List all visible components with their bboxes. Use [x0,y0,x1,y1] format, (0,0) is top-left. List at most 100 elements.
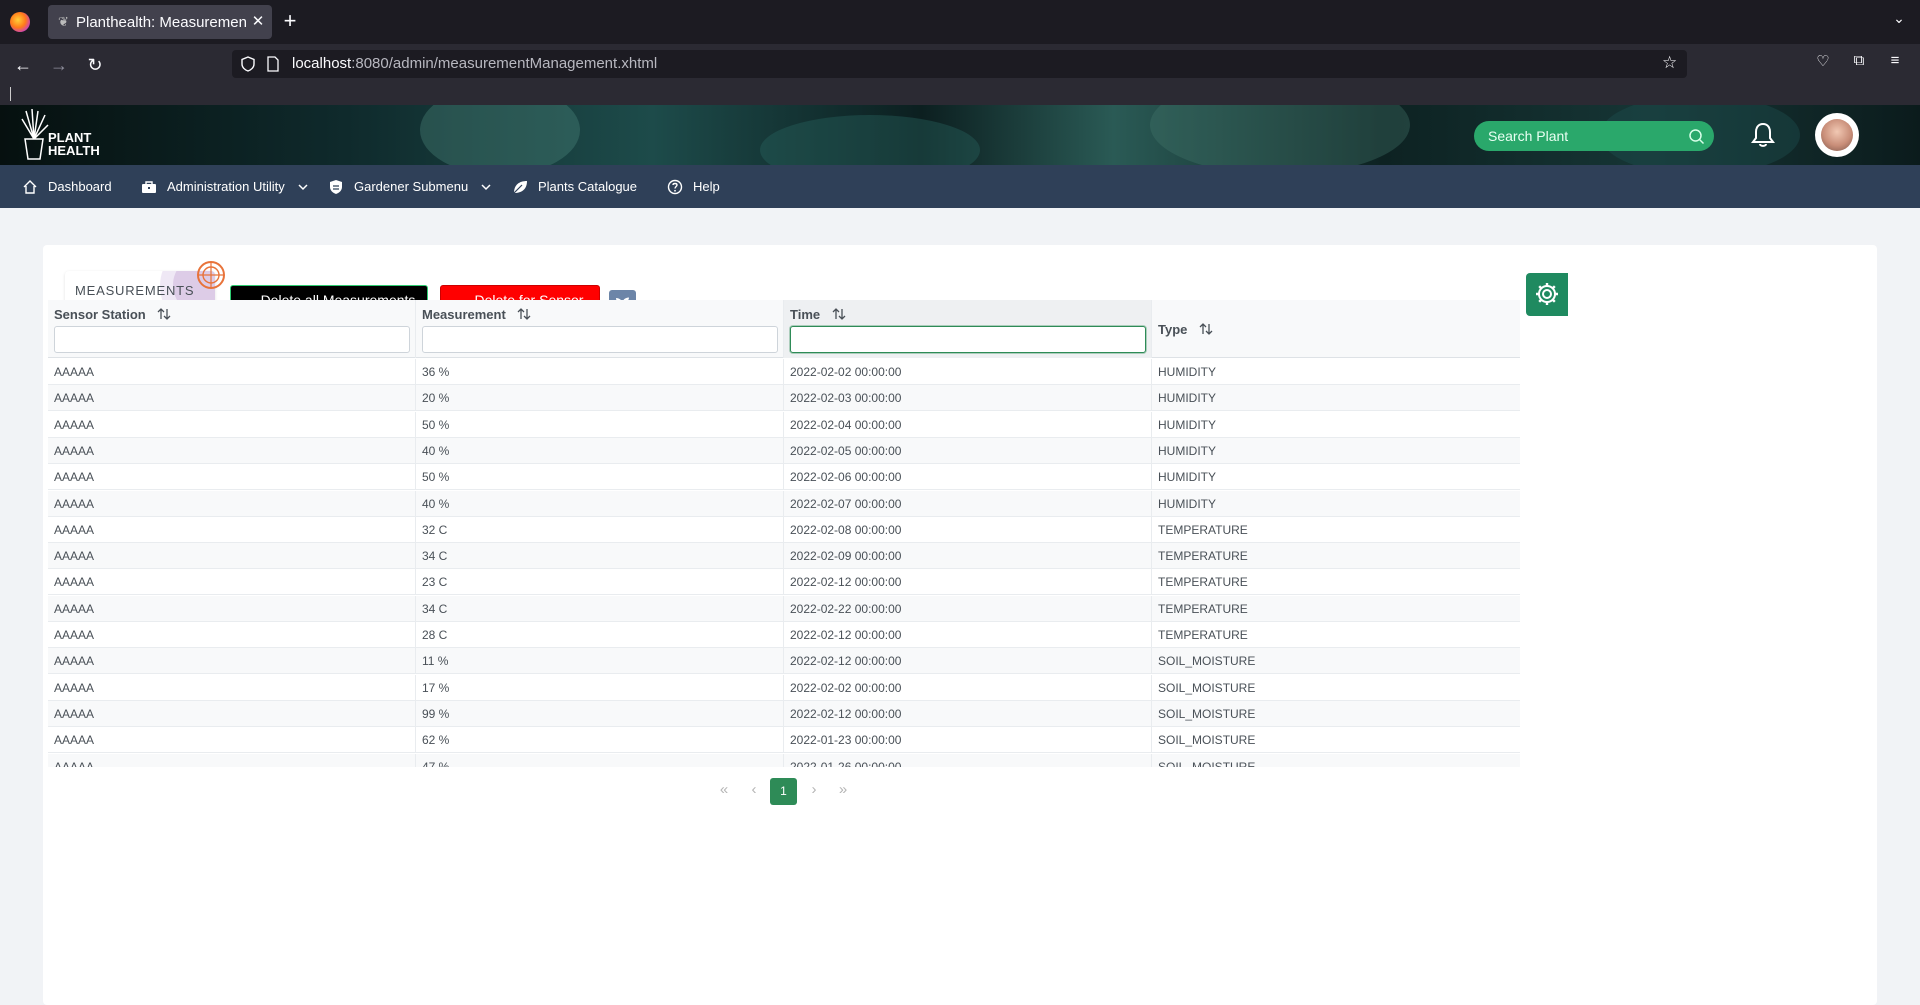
forward-arrow-icon[interactable]: → [46,52,72,78]
cell-type: SOIL_MOISTURE [1158,733,1256,748]
cell-measurement: 11 % [416,648,784,675]
search-icon[interactable] [1688,128,1705,145]
close-tab-icon[interactable]: ✕ [248,12,268,32]
next-page-button[interactable]: › [802,778,826,802]
layout-config-button[interactable] [1526,273,1568,316]
prev-page-button[interactable]: ‹ [742,778,766,802]
cell-time: 2022-02-02 00:00:00 [784,674,1152,701]
sort-type[interactable]: Type [1158,322,1213,337]
avatar[interactable] [1815,113,1859,157]
bookmark-bar [0,84,1920,105]
bell-icon[interactable] [1750,121,1776,149]
browser-tab-bar: ❦ Planthealth: Measurements ✕ + ⌄ [0,0,1920,44]
page-info-icon[interactable] [266,56,280,72]
cell-sensor-station: AAAAA [48,727,416,754]
shield-icon [330,179,342,194]
cell-sensor-station: AAAAA [48,648,416,675]
new-tab-button[interactable]: + [278,10,302,34]
menu-plants-catalogue[interactable]: Plants Catalogue [512,165,637,208]
cell-time: 2022-02-12 00:00:00 [784,569,1152,596]
chevron-down-icon [481,183,491,190]
cell-time: 2022-02-12 00:00:00 [784,700,1152,727]
cell-sensor-station: AAAAA [48,464,416,491]
browser-tab[interactable]: ❦ Planthealth: Measurements ✕ [48,5,272,39]
cell-time: 2022-02-12 00:00:00 [784,648,1152,675]
reload-icon[interactable]: ↻ [82,52,108,78]
stat-label: MEASUREMENTS [75,283,195,298]
menu-help[interactable]: Help [667,165,720,208]
table-row[interactable]: AAAAA 23 C 2022-02-12 00:00:00 TEMPERATURE [48,569,1520,596]
cell-sensor-station: AAAAA [48,359,416,385]
table-row[interactable]: AAAAA 47 % 2022-01-26 00:00:00 SOIL_MOISTUR… [48,753,1520,767]
cell-sensor-station: AAAAA [48,437,416,464]
cell-type: HUMIDITY [1158,391,1216,406]
table-row[interactable]: AAAAA 28 C 2022-02-12 00:00:00 TEMPERATURE [48,622,1520,648]
cell-type: SOIL_MOISTURE [1158,654,1256,669]
cell-time: 2022-02-08 00:00:00 [784,516,1152,543]
table-row[interactable]: AAAAA 34 C 2022-02-09 00:00:00 TEMPERATURE [48,543,1520,570]
first-page-button[interactable]: « [712,778,736,802]
cell-sensor-station: AAAAA [48,595,416,622]
cell-type: SOIL_MOISTURE [1158,680,1256,695]
last-page-button[interactable]: » [831,778,855,802]
menu-gardener-submenu[interactable]: Gardener Submenu [328,165,492,208]
page-button-current[interactable]: 1 [770,778,797,805]
sort-sensor-station[interactable]: Sensor Station [54,307,171,322]
table-row[interactable]: AAAAA 50 % 2022-02-04 00:00:00 HUMIDITY [48,411,1520,438]
app-logo-text[interactable]: PLANT HEALTH [48,131,108,157]
cell-type: HUMIDITY [1158,443,1216,458]
extensions-icon[interactable]: ⧉ [1848,52,1870,74]
sort-time[interactable]: Time [790,307,846,322]
cell-time: 2022-02-09 00:00:00 [784,543,1152,570]
filter-measurement[interactable] [422,326,778,353]
cell-time: 2022-02-06 00:00:00 [784,464,1152,491]
question-icon [667,179,683,194]
cell-measurement: 28 C [416,622,784,648]
cell-sensor-station: AAAAA [48,674,416,701]
table-row[interactable]: AAAAA 17 % 2022-02-02 00:00:00 SOIL_MOISTUR… [48,674,1520,701]
cell-sensor-station: AAAAA [48,700,416,727]
search-input[interactable] [1488,126,1678,146]
table-row[interactable]: AAAAA 32 C 2022-02-08 00:00:00 TEMPERATURE [48,516,1520,543]
back-arrow-icon[interactable]: ← [10,52,36,78]
toolbox-icon [142,180,156,193]
table-row[interactable]: AAAAA 62 % 2022-01-23 00:00:00 SOIL_MOISTUR… [48,727,1520,754]
sort-measurement[interactable]: Measurement [422,307,531,322]
sensor-globe-icon [197,261,225,289]
cell-type: TEMPERATURE [1158,522,1248,537]
cell-type: TEMPERATURE [1158,628,1248,642]
app-header: PLANT HEALTH [0,105,1920,165]
cell-measurement: 34 C [416,595,784,622]
tracking-shield-icon[interactable] [240,56,256,72]
filter-time[interactable] [790,326,1146,353]
chevron-down-icon[interactable]: ⌄ [1888,10,1910,32]
table-row[interactable]: AAAAA 11 % 2022-02-12 00:00:00 SOIL_MOISTUR… [48,648,1520,675]
pocket-icon[interactable]: ♡ [1812,52,1834,74]
column-type: Type [1152,300,1520,358]
tab-title: Planthealth: Measurements [76,14,246,31]
cell-measurement: 40 % [416,437,784,464]
table-row[interactable]: AAAAA 40 % 2022-02-05 00:00:00 HUMIDITY [48,437,1520,464]
url-bar[interactable]: localhost:8080/admin/measurementManageme… [232,50,1687,78]
menu-label: Help [693,179,720,194]
table-row[interactable]: AAAAA 36 % 2022-02-02 00:00:00 HUMIDITY [48,359,1520,385]
menu-icon[interactable]: ≡ [1884,52,1906,74]
table-row[interactable]: AAAAA 20 % 2022-02-03 00:00:00 HUMIDITY [48,385,1520,412]
table-body: AAAAA 36 % 2022-02-02 00:00:00 HUMIDITY AAAA… [48,359,1520,767]
column-label: Measurement [422,307,506,322]
table-header: Sensor Station Measurement Time Type [48,300,1520,358]
cell-time: 2022-02-03 00:00:00 [784,385,1152,412]
bookmark-star-icon[interactable]: ☆ [1662,53,1682,73]
cell-measurement: 47 % [416,753,784,767]
table-row[interactable]: AAAAA 40 % 2022-02-07 00:00:00 HUMIDITY [48,490,1520,517]
table-row[interactable]: AAAAA 34 C 2022-02-22 00:00:00 TEMPERATURE [48,595,1520,622]
plant-favicon-icon: ❦ [58,14,69,29]
menu-label: Gardener Submenu [354,179,469,194]
menu-dashboard[interactable]: Dashboard [22,165,112,208]
table-row[interactable]: AAAAA 50 % 2022-02-06 00:00:00 HUMIDITY [48,464,1520,491]
table-row[interactable]: AAAAA 99 % 2022-02-12 00:00:00 SOIL_MOISTUR… [48,700,1520,727]
menu-administration-utility[interactable]: Administration Utility [141,165,309,208]
column-label: Sensor Station [54,307,146,322]
cell-type: TEMPERATURE [1158,575,1248,590]
filter-sensor-station[interactable] [54,326,410,353]
